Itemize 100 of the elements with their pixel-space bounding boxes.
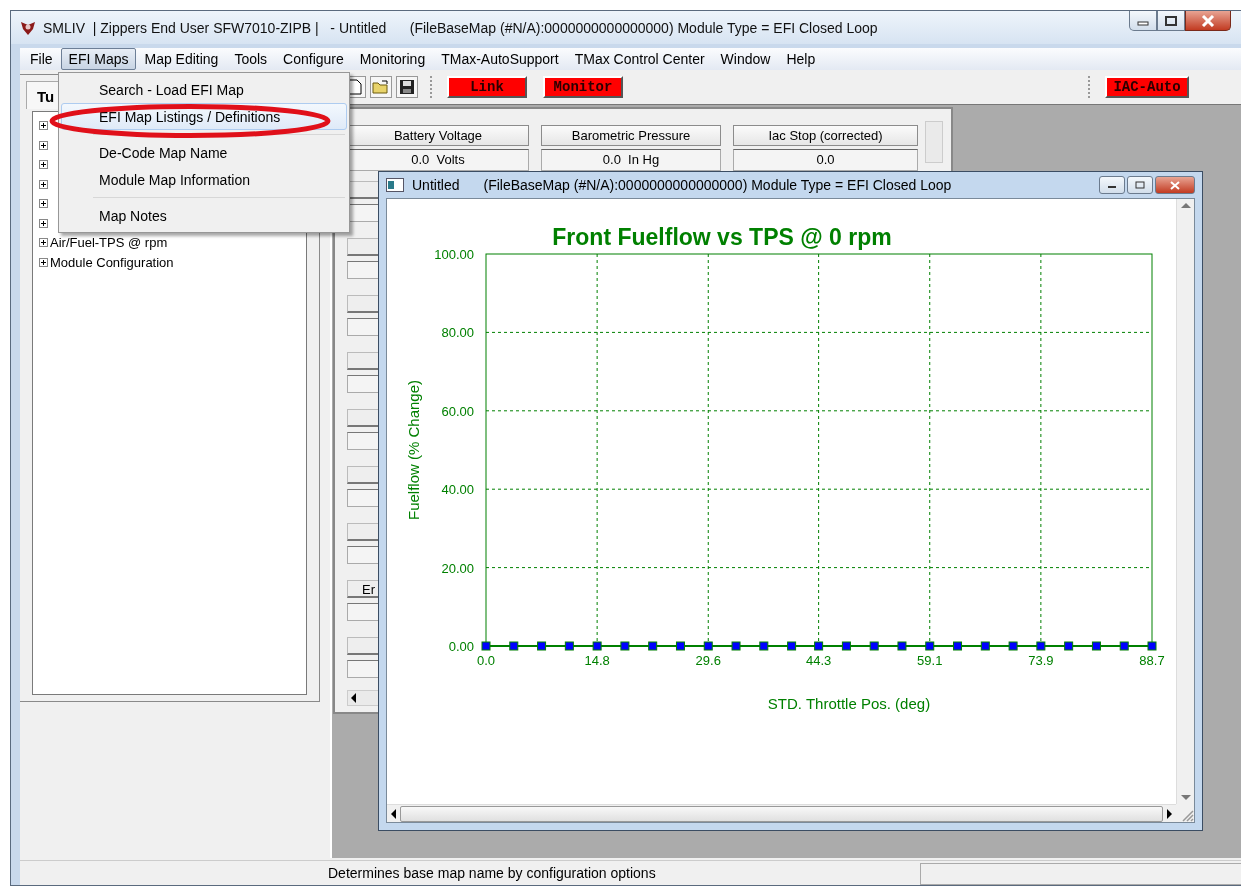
maximize-button[interactable] — [1157, 11, 1185, 31]
resize-grip-icon[interactable] — [1180, 808, 1194, 822]
y-tick-label: 60.00 — [441, 403, 474, 419]
window-subtitle: (FileBaseMap (#N/A):0000000000000000) Module Type = EFI Closed Loop — [483, 177, 953, 193]
x-tick-label: 14.8 — [584, 653, 610, 668]
expand-icon[interactable] — [39, 218, 48, 228]
menu-item[interactable]: Monitoring — [351, 48, 434, 70]
menu-item[interactable]: Map Editing — [136, 48, 227, 70]
data-point — [953, 641, 963, 651]
gauge-value — [347, 489, 380, 507]
expand-icon[interactable] — [39, 257, 48, 267]
menu-item[interactable]: De-Code Map Name — [61, 139, 347, 166]
menu-item[interactable]: Window — [712, 48, 779, 70]
data-point — [787, 641, 797, 651]
vertical-scrollbar[interactable] — [925, 121, 943, 163]
data-point — [620, 641, 630, 651]
gauge-value — [347, 318, 380, 336]
gauge-header[interactable] — [347, 238, 380, 256]
app-logo-icon — [19, 19, 37, 36]
data-point — [564, 641, 574, 651]
window-title: SMLIV | Zippers End User SFW7010-ZIPB | - Untitled (FileBaseMap (#N/A):0000000000000000) Module Type = EFI Closed Loop — [43, 19, 879, 36]
data-point — [648, 641, 658, 651]
x-tick-label: 88.7 — [1139, 653, 1165, 668]
menu-item[interactable]: TMax Control Center — [566, 48, 713, 70]
gauge-header[interactable]: Barometric Pressure — [541, 125, 721, 146]
close-button[interactable] — [1185, 11, 1231, 31]
expand-icon[interactable] — [39, 160, 48, 170]
menu-item[interactable]: File — [22, 48, 61, 70]
y-tick-label: 80.00 — [441, 325, 474, 341]
gauge-value — [347, 546, 380, 564]
menu-item[interactable]: Help — [778, 48, 824, 70]
x-tick-label: 59.1 — [917, 653, 943, 668]
x-axis-label: STD. Throttle Pos. (deg) — [767, 695, 931, 712]
gauge-header[interactable] — [347, 523, 380, 541]
gauge-header[interactable] — [347, 352, 380, 370]
x-tick-label: 0.0 — [476, 653, 496, 668]
tree-item[interactable]: Module Configuration — [50, 254, 174, 270]
open-folder-button[interactable] — [370, 76, 392, 98]
chart-title: Front Fuelflow vs TPS @ 0 rpm — [552, 224, 892, 250]
data-point — [841, 641, 851, 651]
data-point — [1091, 641, 1101, 651]
y-tick-label: 40.00 — [441, 482, 474, 498]
data-point — [869, 641, 879, 651]
y-tick-label: 100.00 — [434, 247, 474, 262]
x-tick-label: 44.3 — [805, 653, 832, 668]
toggle-button[interactable]: Monitor — [543, 76, 623, 98]
horizontal-scrollbar[interactable] — [347, 690, 380, 706]
close-icon — [1170, 180, 1180, 190]
close-button[interactable] — [1155, 176, 1195, 194]
gauge-value: 0.0 Volts — [347, 149, 529, 171]
gauge-header[interactable]: Er — [347, 580, 380, 598]
gauge-value — [347, 432, 380, 450]
expand-icon[interactable] — [39, 238, 48, 248]
data-point — [1064, 641, 1074, 651]
data-point — [675, 641, 685, 651]
gauge-header[interactable]: Battery Voltage — [347, 125, 529, 146]
gauge-header[interactable] — [347, 466, 380, 484]
expand-icon[interactable] — [39, 121, 48, 131]
maximize-icon — [1135, 181, 1145, 189]
gauge-value — [347, 261, 380, 279]
gauge-value — [347, 603, 380, 621]
window-icon — [386, 178, 404, 192]
toggle-button[interactable]: Link — [447, 76, 527, 98]
data-point — [537, 641, 547, 651]
gauge-header[interactable] — [347, 409, 380, 427]
expand-icon[interactable] — [39, 199, 48, 209]
save-button[interactable] — [396, 76, 418, 98]
close-icon — [1201, 14, 1215, 27]
gauge-header[interactable] — [347, 637, 380, 655]
gauge-value: 0.0 — [733, 149, 918, 171]
menu-item[interactable]: Module Map Information — [61, 166, 347, 193]
expand-icon[interactable] — [39, 179, 48, 189]
scroll-up-icon[interactable] — [1180, 203, 1191, 208]
data-point — [897, 641, 907, 651]
data-point — [980, 641, 990, 651]
iac-button[interactable]: IAC-Auto — [1105, 76, 1189, 98]
data-point — [509, 641, 519, 651]
menu-item[interactable]: EFI Maps — [60, 48, 137, 70]
x-tick-label: 73.9 — [1028, 653, 1054, 668]
expand-icon[interactable] — [39, 140, 48, 150]
status-message: Determines base map name by configuration options — [328, 864, 657, 883]
gauge-header[interactable]: Iac Stop (corrected) — [733, 125, 918, 146]
data-point — [759, 641, 769, 651]
menu-item[interactable]: Tools — [226, 48, 276, 70]
y-tick-label: 0.00 — [448, 639, 474, 654]
y-tick-label: 20.00 — [441, 560, 474, 576]
y-axis-label: Fuelflow (% Change) — [405, 379, 422, 521]
menu-item[interactable]: Map Notes — [61, 202, 347, 229]
data-point — [1119, 641, 1129, 651]
menu-item[interactable]: TMax-AutoSupport — [433, 48, 567, 70]
gauge-value: 0.0 In Hg — [541, 149, 721, 171]
vertical-scrollbar[interactable] — [1176, 199, 1194, 804]
scroll-left-icon[interactable] — [351, 693, 356, 703]
tree-item[interactable]: Air/Fuel-TPS @ rpm — [50, 235, 168, 251]
menu-item[interactable]: Configure — [275, 48, 352, 70]
minimize-button[interactable] — [1099, 176, 1125, 194]
maximize-icon — [1165, 15, 1177, 26]
gauge-value — [347, 375, 380, 393]
gauge-value — [347, 660, 380, 678]
gauge-header[interactable] — [347, 295, 380, 313]
